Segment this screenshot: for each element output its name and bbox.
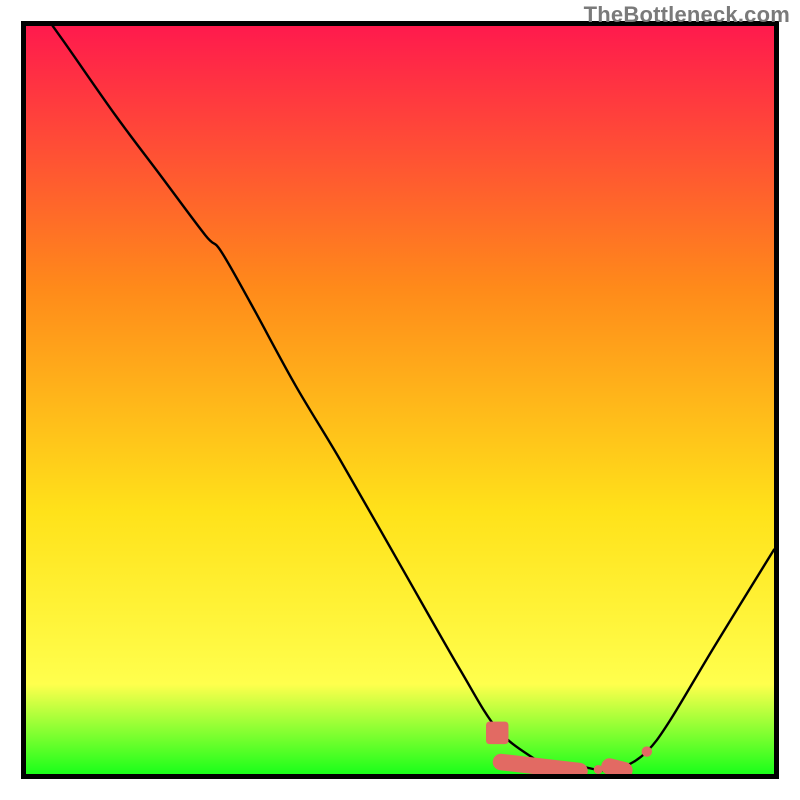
dot-marker-2: [642, 746, 652, 756]
square-marker: [486, 722, 508, 744]
plot-inner: [26, 26, 774, 774]
segment-marker-2: [609, 767, 624, 771]
chart-container: TheBottleneck.com: [0, 0, 800, 800]
watermark-text: TheBottleneck.com: [584, 2, 790, 28]
plot-area: [21, 21, 779, 779]
chart-svg: [26, 26, 774, 774]
gradient-background: [26, 26, 774, 774]
segment-marker: [501, 762, 580, 771]
